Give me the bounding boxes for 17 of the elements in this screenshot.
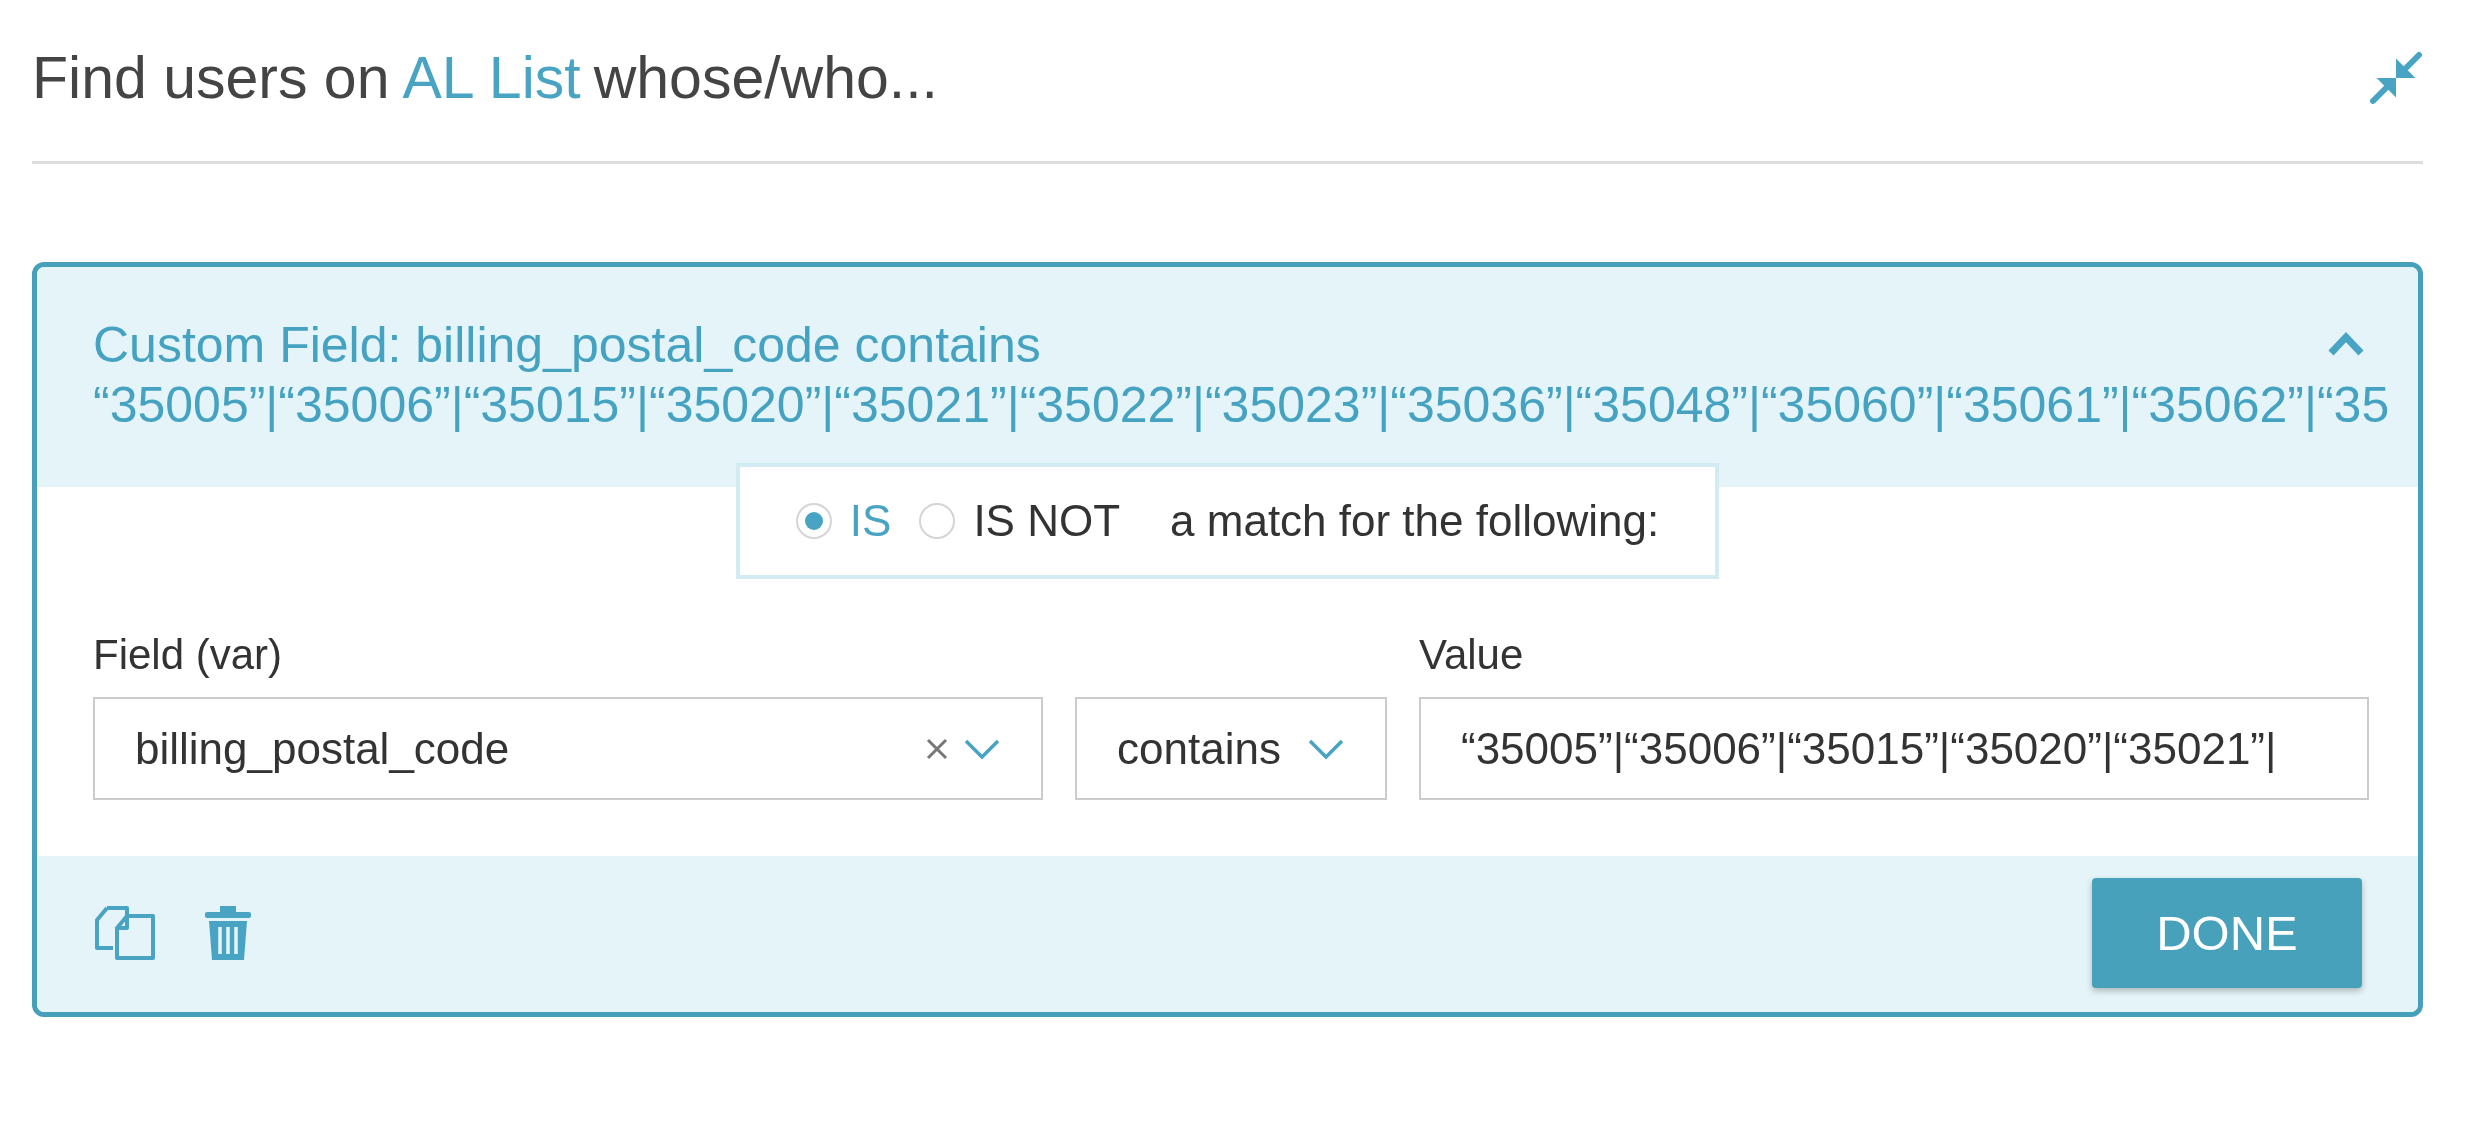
chevron-down-icon[interactable] [963,737,1001,760]
field-label: Field (var) [93,631,284,679]
caret-icon[interactable] [2326,329,2366,357]
rule-summary: Custom Field: billing_postal_code contains [93,316,1041,375]
value-label: Value [1419,631,1525,679]
match-radio[interactable]: IS NOT [919,496,1121,546]
operator-select[interactable]: contains [1075,697,1387,800]
rule-values: “35005”|“35006”|“35015”|“35020”|“35021”|“35022”|“35023”|“35036”|“35048”|“35060”|“35061”|“35062”|“35 [93,376,2390,435]
chevron-down-icon[interactable] [1307,737,1345,760]
match-text: a match for the following: [1170,496,1660,546]
heading-text: Find users on [32,43,390,112]
heading-text: whose/who... [593,43,938,112]
collapse-icon[interactable] [2369,50,2423,105]
clear-icon[interactable] [925,736,949,761]
field-select[interactable]: billing_postal_code [93,697,1043,800]
trash-icon[interactable] [203,904,253,962]
value-field[interactable]: “35005”|“35006”|“35015”|“35020”|“35021”| [1419,697,2369,800]
